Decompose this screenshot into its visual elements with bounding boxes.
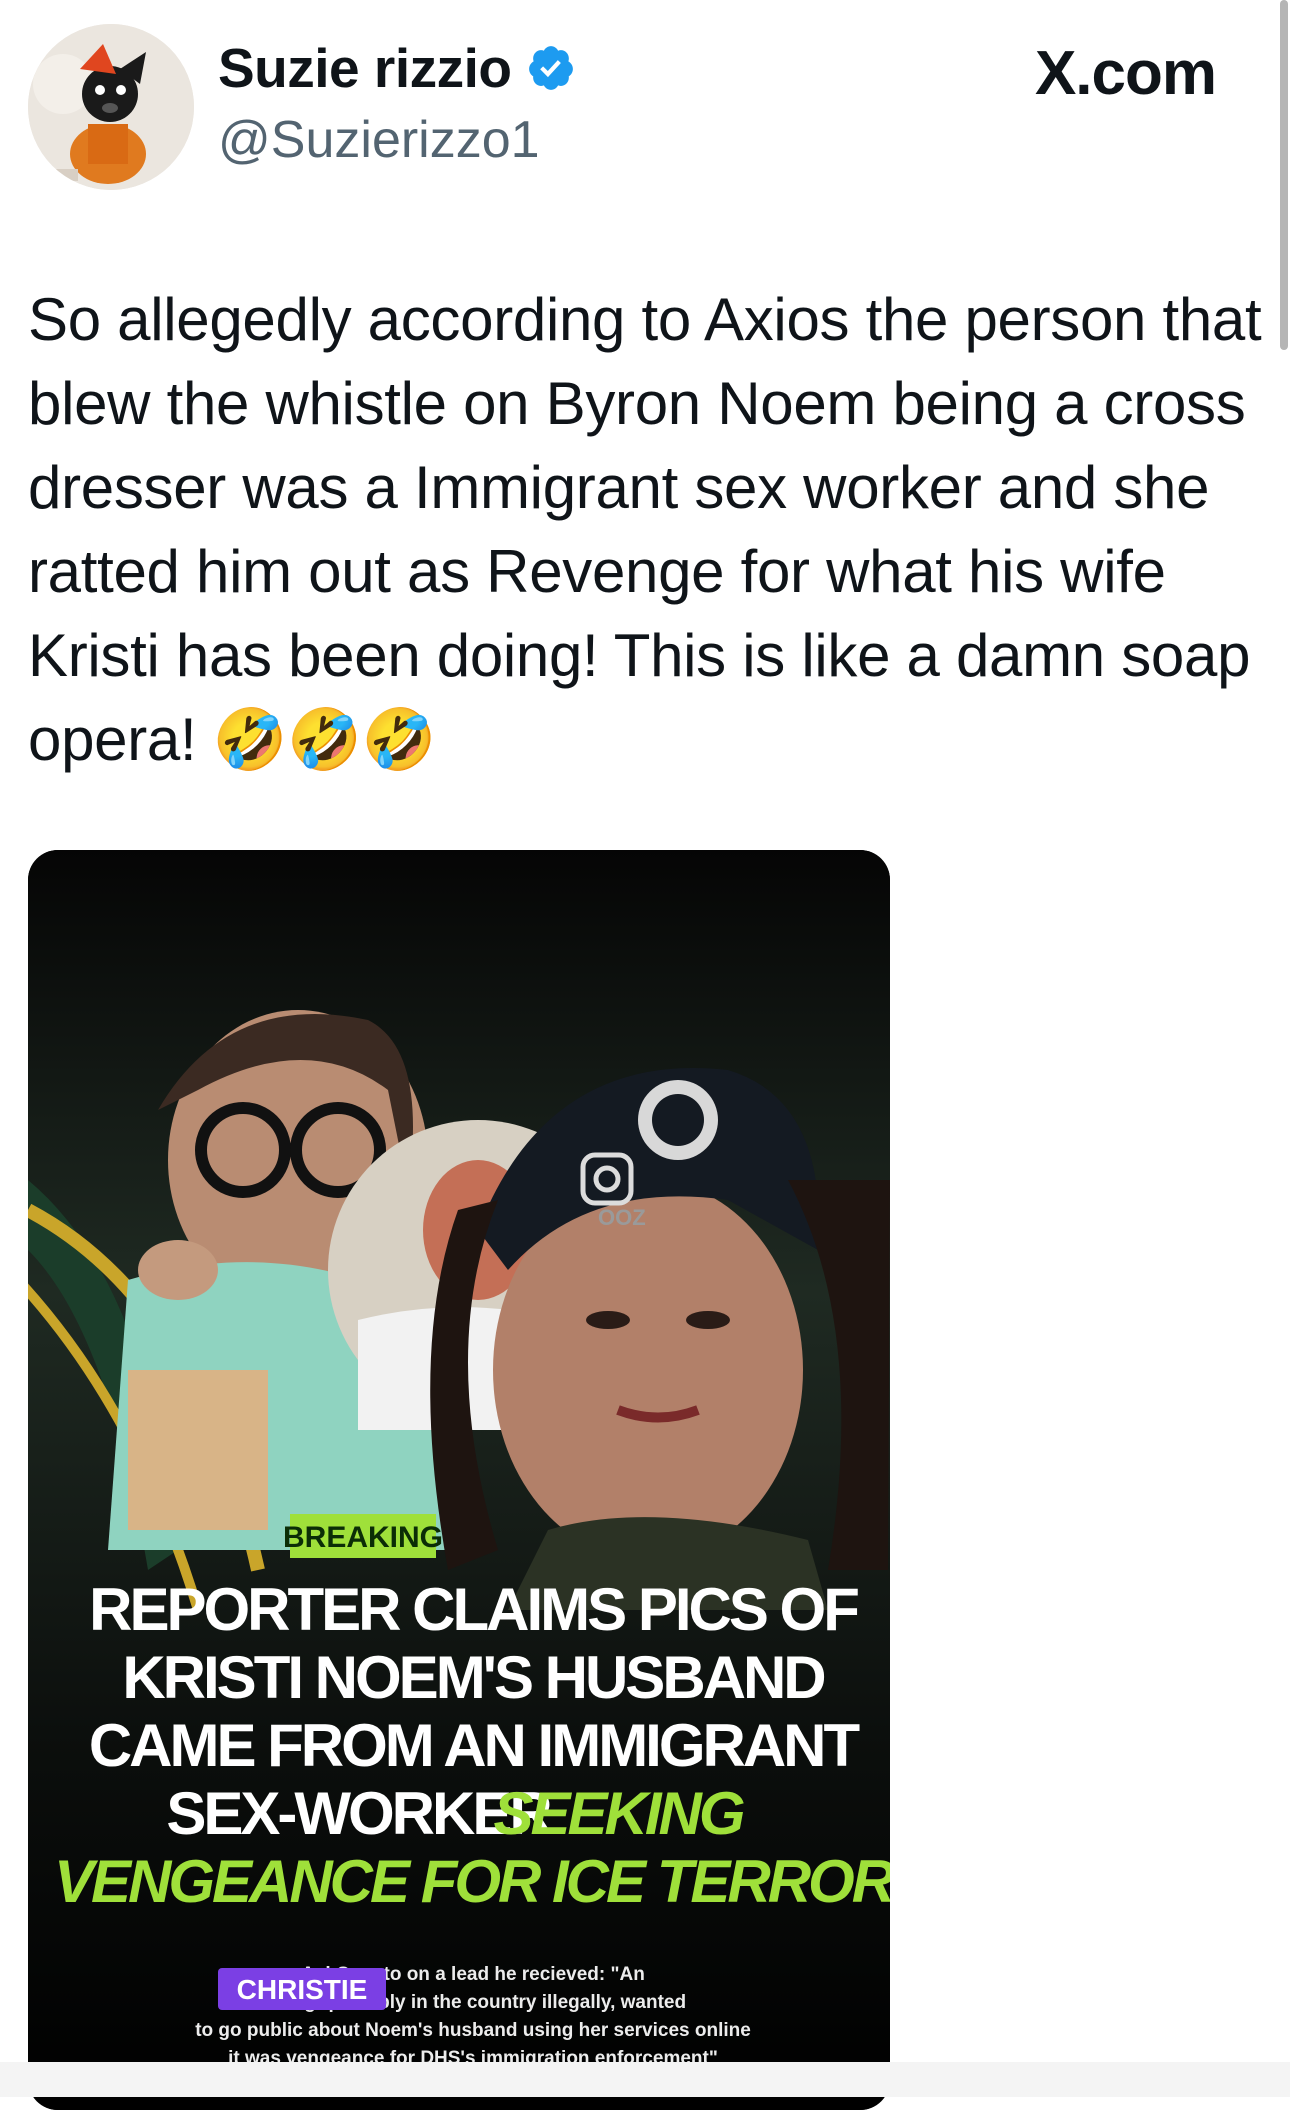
verified-badge-icon [528,46,573,90]
tweet-header: Suzie rizzio @Suzierizzo1 X.com [0,0,1290,230]
author-handle[interactable]: @Suzierizzo1 [218,110,540,170]
tweet-text: So allegedly according to Axios the pers… [28,286,1262,773]
headline-green-line: VENGEANCE FOR ICE TERROR [54,1848,890,1915]
name-tag-text: CHRISTIE [237,1974,368,2005]
caption-line-3: to go public about Noem's husband using … [195,2020,751,2041]
headline-line-1: REPORTER CLAIMS PICS OF [89,1576,858,1643]
headline-line-3: CAME FROM AN IMMIGRANT [89,1712,860,1779]
tweet-media-image[interactable]: OOZ BREAKING REPORTER CLAIMS PICS OF KRI… [28,850,890,2110]
scrollbar[interactable] [1280,0,1288,350]
source-label: X.com [1034,39,1217,108]
bottom-divider [0,2062,1290,2097]
author-name[interactable]: Suzie rizzio [218,36,512,100]
breaking-badge-text: BREAKING [283,1521,443,1554]
headline-green-inline: SEEKING [493,1780,743,1847]
author-avatar[interactable] [28,24,194,190]
watermark-text: OOZ [598,1205,646,1230]
headline-line-2: KRISTI NOEM'S HUSBAND [122,1644,824,1711]
